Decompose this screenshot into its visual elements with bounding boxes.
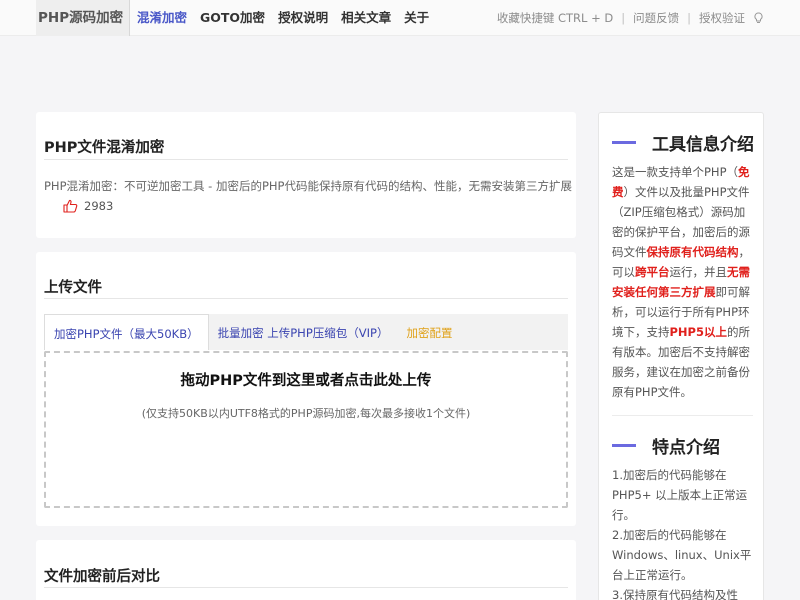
card-title: PHP文件混淆加密 [44,140,165,156]
heading-text: 特点介绍 [652,438,720,458]
heading-accent-bar [612,141,636,144]
top-navbar: PHP源码加密 混淆加密 GOTO加密 授权说明 相关文章 关于 收藏快捷键 C… [0,0,800,36]
card-title: 上传文件 [44,280,102,296]
upload-card: 上传文件 加密PHP文件（最大50KB） 批量加密 上传PHP压缩包（VIP） … [36,252,576,526]
license-verify-link[interactable]: 授权验证 [699,10,745,26]
brand-logo[interactable]: PHP源码加密 [36,0,130,36]
header-right-links: 收藏快捷键 CTRL + D | 问题反馈 | 授权验证 [497,0,764,36]
divider [612,415,753,416]
text: 这是一款支持单个PHP（ [612,165,739,179]
nav-obfuscate-encrypt[interactable]: 混淆加密 [137,0,187,36]
highlight-cross-platform: 跨平台 [635,265,670,279]
dropzone-hint: (仅支持50KB以内UTF8格式的PHP源码加密,每次最多接收1个文件) [141,407,471,420]
nav-related-articles[interactable]: 相关文章 [341,0,391,36]
heading-accent-bar [612,444,636,447]
feature-item: 3.保持原有代码结构及性 [612,588,738,600]
main-nav: 混淆加密 GOTO加密 授权说明 相关文章 关于 [137,0,442,36]
divider [44,159,568,160]
card-title: 文件加密前后对比 [44,569,160,585]
nav-license-info[interactable]: 授权说明 [278,0,328,36]
sidebar-heading-features: 特点介绍 [612,433,720,458]
tab-encrypt-config[interactable]: 加密配置 [397,314,461,350]
feature-item: 2.加密后的代码能够在Windows、linux、Unix平台上正常运行。 [612,528,752,582]
tool-intro-text: 这是一款支持单个PHP（免费）文件以及批量PHP文件（ZIP压缩包格式）源码加密… [612,162,755,402]
text: 运行，并且 [669,265,728,279]
file-dropzone[interactable]: 拖动PHP文件到这里或者点击此处上传 (仅支持50KB以内UTF8格式的PHP源… [44,351,568,508]
separator: | [621,11,626,25]
nav-goto-encrypt[interactable]: GOTO加密 [200,0,265,36]
compare-card: 文件加密前后对比 [36,540,576,600]
sidebar-heading-tool-info: 工具信息介绍 [612,130,754,155]
sidebar: 工具信息介绍 这是一款支持单个PHP（免费）文件以及批量PHP文件（ZIP压缩包… [598,112,764,600]
like-button[interactable]: 2983 [63,199,113,213]
nav-about[interactable]: 关于 [404,0,429,36]
highlight-keep-structure: 保持原有代码结构 [646,245,739,259]
feedback-link[interactable]: 问题反馈 [633,10,679,26]
feature-list: 1.加密后的代码能够在PHP5+ 以上版本上正常运行。 2.加密后的代码能够在W… [612,465,755,600]
upload-tabs: 加密PHP文件（最大50KB） 批量加密 上传PHP压缩包（VIP） 加密配置 [44,314,568,350]
tab-encrypt-php-file[interactable]: 加密PHP文件（最大50KB） [44,314,209,350]
heading-text: 工具信息介绍 [652,135,754,155]
tool-info-card: PHP文件混淆加密 PHP混淆加密：不可逆加密工具 - 加密后的PHP代码能保持… [36,112,576,238]
separator: | [687,11,691,25]
thumbs-up-icon [63,199,78,213]
lightbulb-icon[interactable] [753,12,764,24]
divider [44,298,568,299]
dropzone-title: 拖动PHP文件到这里或者点击此处上传 [180,373,432,389]
like-count: 2983 [84,199,114,213]
feature-item: 1.加密后的代码能够在PHP5+ 以上版本上正常运行。 [612,468,748,522]
divider [44,587,568,588]
tool-description: PHP混淆加密：不可逆加密工具 - 加密后的PHP代码能保持原有代码的结构、性能… [44,179,572,193]
tab-batch-encrypt-zip[interactable]: 批量加密 上传PHP压缩包（VIP） [209,314,398,350]
bookmark-shortcut-link[interactable]: 收藏快捷键 CTRL + D [497,10,613,26]
highlight-php5: PHP5以上 [669,325,727,339]
